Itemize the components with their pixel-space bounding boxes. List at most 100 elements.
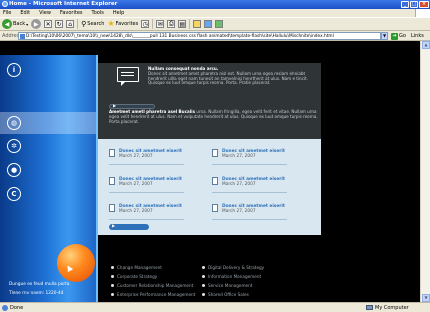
search-icon: ⚲	[81, 20, 87, 28]
menu-file[interactable]: File	[3, 10, 11, 17]
toolbar: ◀ Back ▾ ▶ ✕ ↻ ⌂ ⚲ Search ★ Favorites ◷ …	[0, 17, 430, 31]
news-more-button[interactable]	[109, 223, 149, 230]
minimize-button[interactable]: _	[401, 1, 409, 8]
status-bar: Done My Computer	[0, 302, 430, 312]
footer-link[interactable]: Shared Office Sales	[202, 292, 249, 297]
web-page: i ◍ ✲ ● C Dungue ex feud mulla porta. Tl…	[0, 41, 420, 302]
sidebar-contact-line1: Dungue ex feud mulla porta.	[9, 282, 71, 287]
gear-icon[interactable]: ✲	[7, 139, 21, 153]
search-label: Search	[87, 21, 105, 27]
favorites-button[interactable]: ★ Favorites	[107, 20, 138, 28]
document-icon	[109, 149, 115, 157]
address-bar: Address D:\Testing\10\06\2007\_tema\10\\…	[0, 31, 430, 41]
chevron-down-icon: ▾	[26, 21, 29, 27]
news-panel: Donec sit ametmet eiserit March 27, 2007…	[98, 139, 321, 235]
footer-link[interactable]: Service Management	[201, 283, 252, 288]
messenger-icon[interactable]	[204, 20, 213, 28]
maximize-button[interactable]: □	[410, 1, 418, 8]
info-icon[interactable]: i	[7, 63, 21, 77]
news-item[interactable]: Donec sit ametmet eiserit March 27, 2007	[109, 204, 184, 220]
close-button[interactable]: ×	[419, 1, 429, 8]
star-icon: ★	[107, 19, 115, 28]
welcome-text-secondary: Ametmet ametl pharetra asel Bucalis urna…	[109, 109, 319, 124]
welcome-panel: Nullam consequat nonda arcu. Donec sit a…	[98, 63, 321, 139]
windows-logo-icon	[415, 9, 430, 17]
news-item[interactable]: Donec sit ametmet eiserit March 27, 2007	[212, 149, 287, 165]
document-icon	[109, 204, 115, 212]
address-input[interactable]: D:\Testing\10\06\2007\_tema\10\\_new\142…	[18, 32, 381, 40]
scroll-up-icon[interactable]: ▲	[422, 41, 430, 49]
globe-icon[interactable]: ◍	[7, 116, 21, 130]
toolbar-separator	[77, 19, 79, 29]
status-text: Done	[10, 305, 24, 311]
news-item[interactable]: Donec sit ametmet eiserit March 27, 2007	[109, 177, 184, 193]
address-value: D:\Testing\10\06\2007\_tema\10\\_new\142…	[26, 34, 334, 39]
menu-help[interactable]: Help	[113, 10, 124, 17]
footer-link[interactable]: Customer Relationship Management	[110, 283, 193, 288]
folder-icon[interactable]	[193, 20, 202, 28]
orange-orb-graphic	[57, 244, 95, 282]
document-icon	[212, 177, 218, 185]
sidebar: i ◍ ✲ ● C Dungue ex feud mulla porta. Tl…	[0, 55, 98, 302]
news-item[interactable]: Donec sit ametmet eiserit March 27, 2007	[212, 204, 287, 220]
vertical-scrollbar[interactable]: ▲ ▼	[420, 41, 430, 302]
back-arrow-icon: ◀	[2, 19, 12, 29]
circle-icon[interactable]: ●	[7, 163, 21, 177]
refresh-icon[interactable]: ↻	[55, 20, 64, 28]
copyright-icon[interactable]: C	[7, 187, 21, 201]
edit-icon[interactable]: ▤	[178, 20, 187, 28]
news-date: March 27, 2007	[119, 182, 153, 187]
message-bubble-icon	[117, 67, 139, 86]
security-zone: My Computer	[375, 305, 409, 311]
menu-tools[interactable]: Tools	[92, 10, 104, 17]
menu-favorites[interactable]: Favorites	[60, 10, 83, 17]
favorites-label: Favorites	[115, 21, 139, 27]
document-icon	[212, 149, 218, 157]
go-label: Go	[399, 33, 406, 39]
menu-bar: File Edit View Favorites Tools Help	[0, 9, 430, 17]
news-date: March 27, 2007	[222, 182, 256, 187]
stop-icon[interactable]: ✕	[44, 20, 53, 28]
history-icon[interactable]: ◷	[141, 20, 150, 28]
menu-view[interactable]: View	[39, 10, 51, 17]
footer-link[interactable]: Digital Delivery & Strategy	[201, 265, 264, 270]
news-date: March 27, 2007	[119, 154, 153, 159]
address-dropdown-icon[interactable]: ▼	[381, 32, 388, 40]
mail-icon[interactable]: ✉	[156, 20, 165, 28]
search-button[interactable]: ⚲ Search	[81, 20, 104, 28]
forward-arrow-icon: ▶	[31, 19, 42, 29]
ie-logo-icon	[2, 1, 8, 7]
footer-link[interactable]: Information Management	[201, 274, 261, 279]
news-date: March 27, 2007	[222, 154, 256, 159]
document-icon	[212, 204, 218, 212]
footer-link[interactable]: Enterprise Performance Management	[110, 292, 195, 297]
home-icon[interactable]: ⌂	[66, 20, 75, 28]
window-title: Home - Microsoft Internet Explorer	[9, 1, 118, 7]
window-title-bar: Home - Microsoft Internet Explorer _ □ ×	[0, 0, 430, 9]
news-item[interactable]: Donec sit ametmet eiserit March 27, 2007	[212, 177, 287, 193]
news-date: March 27, 2007	[119, 209, 153, 214]
sidebar-contact-line2: Tlene rnv naem: 1220-44	[9, 291, 64, 296]
menu-edit[interactable]: Edit	[20, 10, 30, 17]
computer-icon	[366, 305, 373, 310]
footer-link[interactable]: Corporate Strategy	[110, 274, 157, 279]
more-button-1[interactable]	[109, 103, 155, 109]
footer-link[interactable]: Change Management	[111, 265, 162, 270]
media-icon[interactable]	[215, 20, 224, 28]
back-button[interactable]: ◀ Back ▾	[2, 19, 28, 29]
footer-links: Change Management Corporate Strategy Cus…	[98, 260, 321, 302]
welcome-text: Nullam consequat nonda arcu. Donec sit a…	[148, 66, 316, 86]
scroll-down-icon[interactable]: ▼	[422, 294, 430, 302]
ie-page-icon	[2, 305, 8, 311]
news-date: March 27, 2007	[222, 209, 256, 214]
news-item[interactable]: Donec sit ametmet eiserit March 27, 2007	[109, 149, 184, 165]
toolbar-separator	[189, 19, 191, 29]
print-icon[interactable]: ⎙	[167, 20, 176, 28]
links-label[interactable]: Links	[411, 33, 424, 39]
go-button[interactable]: ➜ Go	[391, 32, 406, 40]
welcome-body: Donec sit ametmet amet pharetra nisl est…	[148, 70, 308, 86]
back-label: Back	[13, 21, 26, 27]
forward-button[interactable]: ▶	[31, 19, 42, 29]
document-icon	[109, 177, 115, 185]
toolbar-separator	[152, 19, 154, 29]
